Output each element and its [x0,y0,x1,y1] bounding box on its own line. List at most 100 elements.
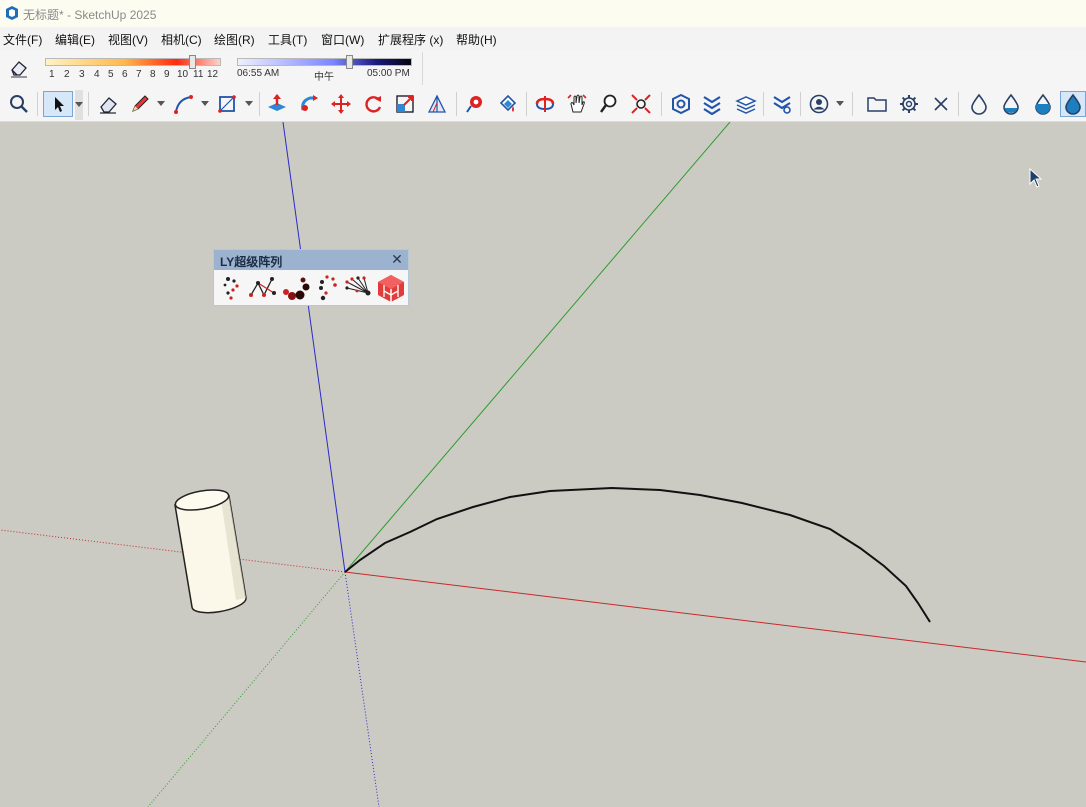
menu-help[interactable]: 帮助(H) [456,31,497,48]
preferences-button[interactable] [896,91,922,117]
pencil-dropdown[interactable] [157,97,165,111]
blue-axis-positive [282,122,346,573]
chevron-down-icon [245,101,253,106]
arc-button[interactable] [170,91,196,117]
radial-array-button[interactable] [344,273,374,303]
chevron-down-icon [157,101,165,106]
toolbar-separator [958,92,959,116]
toolbar-separator [661,92,662,116]
curve-array-button[interactable] [281,273,311,303]
month-tick: 6 [122,69,128,80]
move-button[interactable] [328,91,354,117]
scale-button[interactable] [392,91,418,117]
time-start-label: 06:55 AM [237,68,280,79]
red-axis-negative [0,529,346,573]
zoom-button[interactable] [6,91,32,117]
point-array-button[interactable] [248,273,278,303]
menu-draw[interactable]: 绘图(R) [214,31,255,48]
menu-view[interactable]: 视图(V) [108,31,148,48]
time-slider[interactable] [237,58,412,66]
scene-canvas [0,122,1086,807]
layers-icon [735,96,757,114]
scale-icon [396,95,414,113]
layers-button[interactable] [733,91,759,117]
zoom-extents-icon [631,94,651,114]
arc-array-button[interactable] [312,273,342,303]
toolbar-separator [800,92,801,116]
transparency-0-button[interactable] [966,91,992,117]
zoom-tool-button[interactable] [596,91,622,117]
menu-window[interactable]: 窗口(W) [321,31,364,48]
arc-dropdown[interactable] [201,97,209,111]
toolbar-separator [526,92,527,116]
point-array-icon [249,277,276,297]
account-dropdown[interactable] [836,97,844,111]
array-3d-icon [378,275,404,302]
select-button[interactable] [43,91,73,117]
path-array-button[interactable] [217,273,247,303]
path-array-icon [223,277,239,300]
close-button[interactable] [928,91,954,117]
zoom-icon [10,95,28,113]
components-button[interactable] [668,91,694,117]
large-tool-set-toolbar [0,87,1086,122]
move-icon [331,94,351,114]
open-folder-button[interactable] [864,91,890,117]
orbit-icon [535,96,555,112]
shadow-toggle-button[interactable] [8,57,30,79]
menu-camera[interactable]: 相机(C) [161,31,202,48]
tape-measure-button[interactable] [462,91,488,117]
array-3d-button[interactable] [376,273,406,303]
transparency-1-button[interactable] [998,91,1024,117]
rotate-button[interactable] [360,91,386,117]
push-pull-button[interactable] [264,91,290,117]
pencil-button[interactable] [127,91,153,117]
title-bar: 无标题* - SketchUp 2025 [0,0,1086,27]
solid-tools-icon [703,96,721,115]
month-slider-thumb[interactable] [189,55,196,69]
menu-file[interactable]: 文件(F) [3,31,42,48]
month-tick: 10 [177,69,189,80]
follow-me-button[interactable] [296,91,322,117]
month-tick: 7 [136,69,142,80]
drop-half-icon [1035,93,1051,115]
month-tick: 8 [150,69,156,80]
menu-tools[interactable]: 工具(T) [268,31,307,48]
transparency-3-button[interactable] [1060,91,1086,117]
toolbar-separator [422,52,423,85]
palette-close-button[interactable]: ✕ [390,251,404,267]
select-dropdown[interactable] [75,90,83,120]
sketchup-logo-icon [6,6,18,20]
month-tick: 11 [193,69,204,80]
green-axis-positive [344,122,731,573]
transparency-2-button[interactable] [1030,91,1056,117]
drop-third-icon [1003,93,1019,115]
month-tick: 4 [94,69,100,80]
time-slider-thumb[interactable] [346,55,353,69]
curve-array-icon [283,277,310,300]
eraser-button[interactable] [95,91,121,117]
rectangle-dropdown[interactable] [245,97,253,111]
push-pull-icon [268,94,286,111]
orbit-button[interactable] [532,91,558,117]
menu-extensions[interactable]: 扩展程序 (x) [378,31,443,48]
month-tick: 3 [79,69,85,80]
ly-array-titlebar[interactable]: LY超级阵列 ✕ [214,250,408,270]
menu-edit[interactable]: 编辑(E) [55,31,95,48]
account-button[interactable] [806,91,832,117]
ly-array-toolbar[interactable]: LY超级阵列 ✕ [213,249,409,306]
rectangle-icon [218,95,236,113]
toolbar-separator [88,92,89,116]
section-plane-button[interactable] [424,91,450,117]
zoom-extents-button[interactable] [628,91,654,117]
rectangle-button[interactable] [214,91,240,117]
model-settings-button[interactable] [769,91,795,117]
eraser-icon [100,97,117,114]
modeling-viewport[interactable] [0,122,1086,807]
month-tick: 2 [64,69,70,80]
solid-tools-button[interactable] [699,91,725,117]
user-icon [809,94,829,114]
paint-bucket-button[interactable] [494,91,520,117]
pan-icon [567,94,587,113]
pan-button[interactable] [564,91,590,117]
